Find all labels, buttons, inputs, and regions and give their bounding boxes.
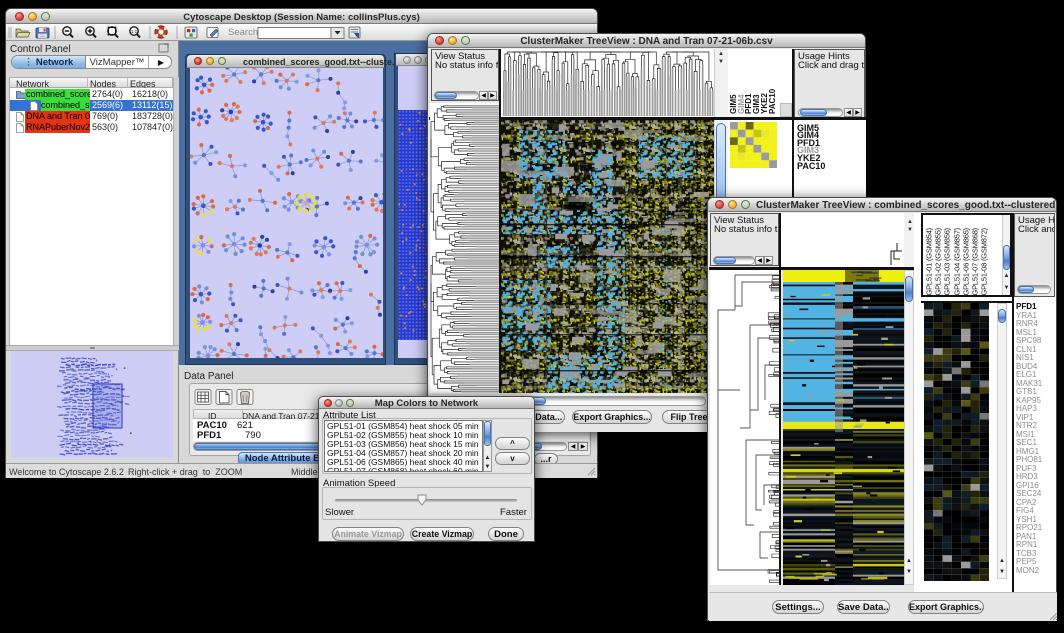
svg-text:1:1: 1:1 xyxy=(131,29,138,34)
svg-text:Search:: Search: xyxy=(228,27,261,38)
